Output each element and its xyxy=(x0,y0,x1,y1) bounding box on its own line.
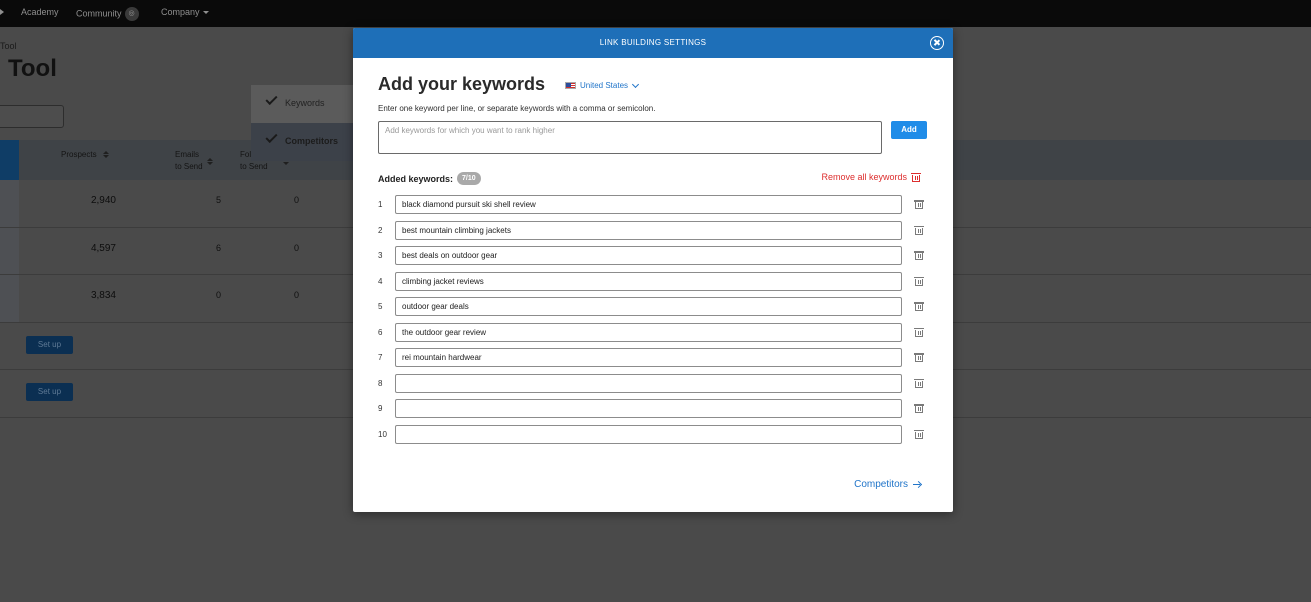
step-label: Competitors xyxy=(285,136,339,146)
remove-all-label: Remove all keywords xyxy=(821,172,907,182)
chevron-down-icon xyxy=(631,80,640,88)
nav-community-label: Community xyxy=(76,8,122,19)
step-keywords[interactable]: Keywords xyxy=(251,85,353,123)
keyword-number: 10 xyxy=(378,429,387,439)
keyword-row: 4 xyxy=(378,271,928,298)
check-icon xyxy=(265,130,278,144)
background-search-input[interactable] xyxy=(0,105,64,128)
trash-icon[interactable] xyxy=(914,302,924,311)
column-header-emails[interactable]: Emails to Send xyxy=(175,149,213,173)
keyword-row: 6 xyxy=(378,322,928,349)
followups-value: 0 xyxy=(294,195,300,205)
trash-icon xyxy=(911,172,921,182)
keyword-number: 4 xyxy=(378,276,383,286)
breadcrumb: Tool xyxy=(0,41,17,51)
trash-icon[interactable] xyxy=(914,276,924,286)
trash-icon[interactable] xyxy=(914,353,924,362)
keyword-field[interactable] xyxy=(395,271,902,291)
keyword-number: 3 xyxy=(378,251,383,260)
keyword-row: 10 xyxy=(378,424,928,451)
keyword-list: 1 2 3 4 5 6 7 xyxy=(378,195,928,450)
keyword-count-badge: 7/10 xyxy=(457,172,481,185)
step-competitors[interactable]: Competitors xyxy=(251,123,353,161)
nav-community[interactable]: Community ◎ xyxy=(76,7,139,21)
keyword-instructions: Enter one keyword per line, or separate … xyxy=(378,104,656,113)
add-keyword-button[interactable]: Add xyxy=(891,121,927,139)
emails-value: 0 xyxy=(216,290,222,300)
nav-academy[interactable]: Academy xyxy=(21,7,59,17)
followups-value: 0 xyxy=(294,242,300,253)
arrow-right-icon xyxy=(913,481,921,489)
trash-icon[interactable] xyxy=(914,225,924,235)
keyword-field[interactable] xyxy=(395,195,902,214)
keyword-field[interactable] xyxy=(395,373,902,393)
keyword-field[interactable] xyxy=(395,220,902,240)
country-selector[interactable]: United States xyxy=(565,80,640,90)
keyword-row: 3 xyxy=(378,246,928,272)
step-label: Keywords xyxy=(285,98,325,108)
keyword-row: 7 xyxy=(378,348,928,374)
top-navigation: Academy Community ◎ Company xyxy=(0,0,1311,27)
setup-button[interactable]: Set up xyxy=(26,383,73,401)
community-icon: ◎ xyxy=(124,7,139,21)
modal-header: LINK BUILDING SETTINGS xyxy=(353,28,953,58)
keyword-number: 1 xyxy=(378,200,383,209)
chevron-down-icon xyxy=(202,11,209,15)
emails-value: 5 xyxy=(216,195,222,205)
modal-title: Add your keywords xyxy=(378,74,546,94)
keyword-number: 5 xyxy=(378,302,383,311)
prospects-value: 4,597 xyxy=(90,242,116,254)
prospects-value: 2,940 xyxy=(90,195,116,206)
keyword-field[interactable] xyxy=(395,348,902,367)
sort-icon xyxy=(206,157,213,165)
keyword-input[interactable] xyxy=(378,121,882,154)
prospects-value: 3,834 xyxy=(90,290,116,301)
keyword-number: 9 xyxy=(378,404,383,413)
added-keywords-label: Added keywords: xyxy=(378,173,454,184)
trash-icon[interactable] xyxy=(914,429,924,439)
keyword-number: 2 xyxy=(378,225,383,235)
us-flag-icon xyxy=(565,82,576,89)
keyword-row: 9 xyxy=(378,399,928,425)
setup-button[interactable]: Set up xyxy=(26,335,73,354)
keyword-field[interactable] xyxy=(395,246,902,265)
column-label: Prospects xyxy=(61,150,97,159)
check-icon xyxy=(265,92,278,106)
next-competitors-link[interactable]: Competitors xyxy=(854,479,921,490)
next-link-label: Competitors xyxy=(854,479,908,490)
close-icon[interactable] xyxy=(930,36,944,50)
link-building-settings-modal: LINK BUILDING SETTINGS Add your keywords… xyxy=(353,28,953,512)
keyword-field[interactable] xyxy=(395,297,902,316)
keyword-row: 5 xyxy=(378,297,928,323)
trash-icon[interactable] xyxy=(914,200,924,209)
keyword-field[interactable] xyxy=(395,424,902,444)
added-keywords-header: Added keywords: 7/10 xyxy=(378,172,481,185)
table-header-accent xyxy=(0,140,19,180)
page-title: Tool xyxy=(8,55,57,82)
column-label: Emails to Send xyxy=(175,150,203,171)
keyword-field[interactable] xyxy=(395,399,902,418)
settings-steps: Keywords Competitors xyxy=(251,85,353,161)
emails-value: 6 xyxy=(216,242,222,253)
keyword-number: 6 xyxy=(378,327,383,337)
keyword-row: 2 xyxy=(378,220,928,247)
followups-value: 0 xyxy=(294,290,300,300)
country-label: United States xyxy=(580,81,629,90)
trash-icon[interactable] xyxy=(914,327,924,337)
keyword-number: 7 xyxy=(378,353,383,362)
nav-company[interactable]: Company xyxy=(161,7,209,17)
column-header-prospects[interactable]: Prospects xyxy=(61,149,109,161)
trash-icon[interactable] xyxy=(914,404,924,413)
keyword-field[interactable] xyxy=(395,322,902,342)
remove-all-keywords-button[interactable]: Remove all keywords xyxy=(821,172,921,182)
keyword-number: 8 xyxy=(378,378,383,388)
trash-icon[interactable] xyxy=(914,251,924,260)
nav-company-label: Company xyxy=(161,7,200,17)
trash-icon[interactable] xyxy=(914,378,924,388)
sort-icon xyxy=(102,151,109,159)
keyword-row: 8 xyxy=(378,373,928,400)
caret-right-icon xyxy=(0,9,4,15)
modal-header-title: LINK BUILDING SETTINGS xyxy=(599,38,707,47)
keyword-row: 1 xyxy=(378,195,928,221)
